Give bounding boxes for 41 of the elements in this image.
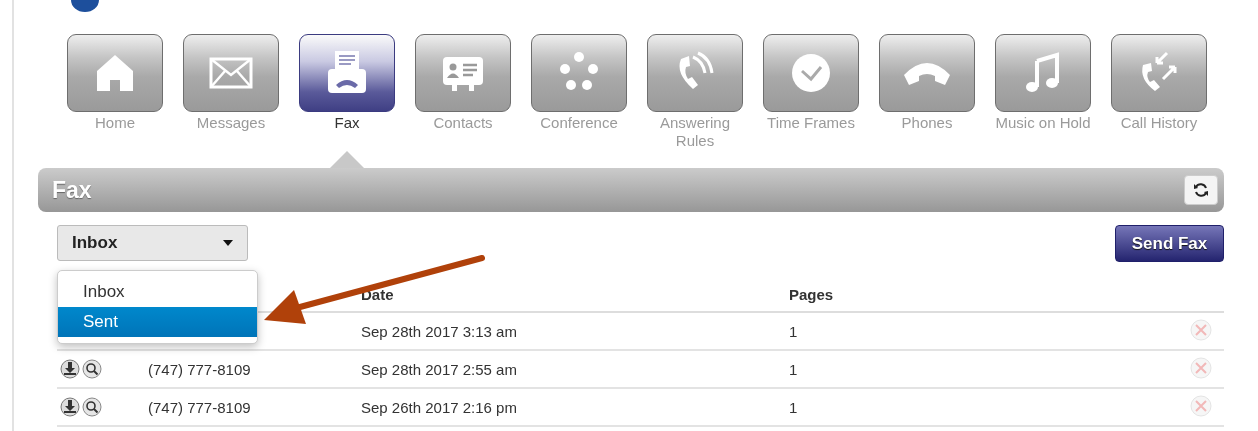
nav-label[interactable]: Answering Rules [645, 114, 745, 150]
nav-tile[interactable] [415, 34, 511, 112]
caret-icon [223, 240, 233, 246]
nav-label[interactable]: Messages [181, 114, 281, 132]
fax-date: Sep 26th 2017 2:16 pm [361, 398, 517, 416]
refresh-button[interactable] [1184, 175, 1218, 205]
search-icon[interactable] [82, 397, 102, 417]
nav-label[interactable]: Contacts [413, 114, 513, 132]
column-header: Pages [789, 278, 1190, 312]
nav-tile[interactable] [531, 34, 627, 112]
nav-label[interactable]: Phones [877, 114, 977, 132]
folder-dropdown[interactable]: Inbox [57, 225, 248, 261]
phone-number: (747) 777-8109 [148, 360, 251, 378]
nav-tile[interactable] [647, 34, 743, 112]
nav-label[interactable]: Music on Hold [993, 114, 1093, 132]
nav-tile[interactable] [183, 34, 279, 112]
page-count: 1 [789, 398, 798, 416]
panel-title: Fax [52, 176, 92, 204]
phone-number: (747) 777-8109 [148, 398, 251, 416]
download-icon[interactable] [60, 397, 80, 417]
dropdown-option[interactable]: Sent [58, 307, 257, 337]
fax-date: Sep 28th 2017 3:13 am [361, 322, 517, 340]
nav-tile[interactable] [995, 34, 1091, 112]
nav-tile[interactable] [67, 34, 163, 112]
nav-label[interactable]: Call History [1109, 114, 1209, 132]
nav-tile[interactable] [1111, 34, 1207, 112]
fax-date: Sep 28th 2017 2:55 am [361, 360, 517, 378]
send-fax-button[interactable]: Send Fax [1115, 225, 1224, 262]
refresh-icon [1193, 182, 1209, 198]
nav-tile[interactable] [299, 34, 395, 112]
download-icon[interactable] [60, 359, 80, 379]
dropdown-option[interactable]: Inbox [58, 277, 257, 307]
nav-label[interactable]: Home [65, 114, 165, 132]
nav-tile[interactable] [879, 34, 975, 112]
nav-label[interactable]: Time Frames [761, 114, 861, 132]
nav-tile[interactable] [763, 34, 859, 112]
nav-label[interactable]: Conference [529, 114, 629, 132]
page-count: 1 [789, 322, 798, 340]
page-count: 1 [789, 360, 798, 378]
nav-label[interactable]: Fax [297, 114, 397, 132]
search-icon[interactable] [82, 359, 102, 379]
